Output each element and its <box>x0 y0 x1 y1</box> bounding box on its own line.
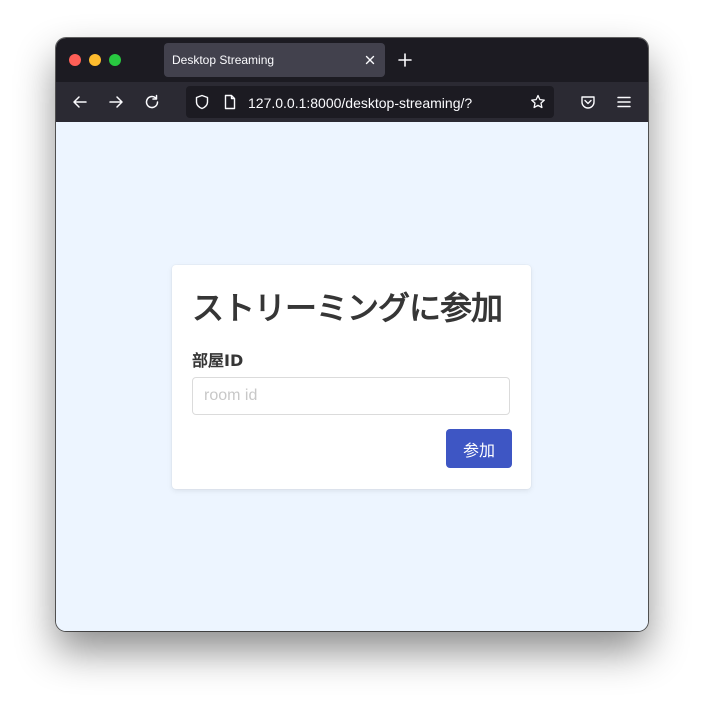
navigation-toolbar: 127.0.0.1:8000/desktop-streaming/? <box>56 82 648 122</box>
zoom-window-button[interactable] <box>109 54 121 66</box>
new-tab-icon[interactable] <box>398 53 412 67</box>
join-card: ストリーミングに参加 部屋ID 参加 <box>172 265 531 489</box>
close-window-button[interactable] <box>69 54 81 66</box>
minimize-window-button[interactable] <box>89 54 101 66</box>
reload-icon[interactable] <box>144 94 160 110</box>
page-content: ストリーミングに参加 部屋ID 参加 <box>56 122 648 631</box>
url-bar[interactable]: 127.0.0.1:8000/desktop-streaming/? <box>186 86 554 118</box>
close-tab-icon[interactable] <box>363 53 377 67</box>
page-title: ストリーミングに参加 <box>192 289 503 327</box>
pocket-icon[interactable] <box>580 94 596 110</box>
forward-arrow-icon[interactable] <box>108 94 124 110</box>
url-text[interactable]: 127.0.0.1:8000/desktop-streaming/? <box>248 95 472 111</box>
menu-icon[interactable] <box>616 94 632 110</box>
tab-desktop-streaming[interactable]: Desktop Streaming <box>164 43 385 77</box>
room-id-input[interactable] <box>192 377 510 415</box>
back-arrow-icon[interactable] <box>72 94 88 110</box>
page-icon[interactable] <box>222 94 238 110</box>
title-bar: Desktop Streaming <box>56 38 648 82</box>
join-button[interactable]: 参加 <box>446 429 512 468</box>
bookmark-star-icon[interactable] <box>530 94 546 110</box>
tab-title: Desktop Streaming <box>172 53 275 67</box>
shield-icon[interactable] <box>194 94 210 110</box>
browser-window: Desktop Streaming 127.0.0.1:8000/desktop… <box>56 38 648 631</box>
room-id-label: 部屋ID <box>192 351 244 370</box>
